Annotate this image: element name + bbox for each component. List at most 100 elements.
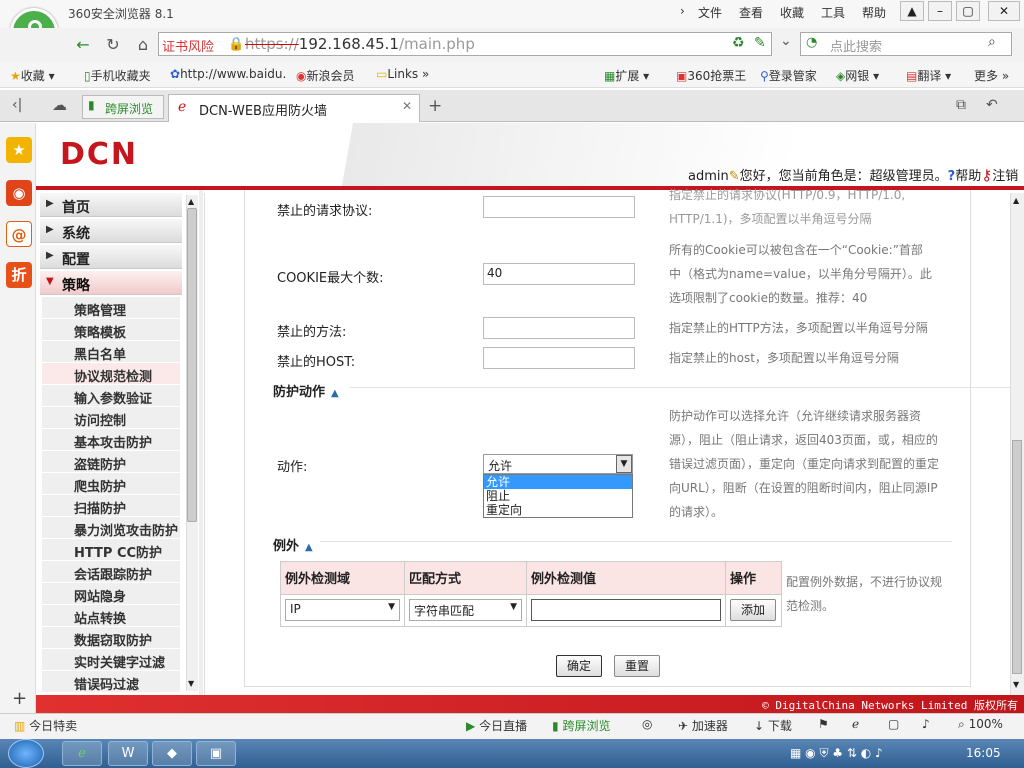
- lock-warning-icon[interactable]: 🔒: [228, 37, 244, 52]
- nav-sub-input-validation[interactable]: 输入参数验证: [42, 385, 180, 407]
- tab-close-icon[interactable]: ✕: [402, 99, 412, 113]
- refresh-icon[interactable]: ↻: [100, 34, 126, 56]
- close-window-button[interactable]: ✕: [988, 1, 1020, 21]
- menu-file[interactable]: 文件: [698, 4, 722, 21]
- action-option-redirect[interactable]: 重定向: [484, 503, 632, 517]
- bookmark-links[interactable]: ▭Links »: [376, 67, 429, 81]
- page-scroll-down-icon[interactable]: ▼: [1013, 680, 1019, 689]
- menu-view[interactable]: 查看: [739, 4, 763, 21]
- sidebar-add-icon[interactable]: +: [12, 688, 27, 709]
- taskbar-folder-icon[interactable]: ▣: [196, 741, 236, 766]
- undo-close-icon[interactable]: ↶: [986, 97, 998, 113]
- sidebar-mail-icon[interactable]: @: [6, 221, 32, 247]
- tray-icons[interactable]: ▦ ◉ ⛨ ♣ ⇅ ◐ ♪: [790, 746, 883, 761]
- status-accelerator[interactable]: ✈ 加速器: [678, 717, 728, 734]
- logout-link[interactable]: 注销: [992, 169, 1018, 184]
- status-window-icon[interactable]: ▢: [888, 717, 899, 731]
- nav-scroll-down-icon[interactable]: ▼: [188, 679, 194, 688]
- status-download[interactable]: ↓ 下载: [754, 717, 792, 734]
- nav-sub-bruteforce[interactable]: 暴力浏览攻击防护: [42, 517, 180, 539]
- section-exception[interactable]: 例外 ▲: [273, 535, 313, 554]
- bookmark-ticket[interactable]: ▣360抢票王: [676, 67, 746, 84]
- nav-sub-access-control[interactable]: 访问控制: [42, 407, 180, 429]
- bookmark-sina[interactable]: ◉新浪会员: [296, 67, 355, 84]
- status-live[interactable]: ▶ 今日直播: [466, 717, 527, 734]
- pin-icon[interactable]: ▲: [900, 1, 924, 21]
- back-icon[interactable]: ←: [70, 34, 96, 56]
- section-action[interactable]: 防护动作 ▲: [273, 381, 339, 400]
- address-dropdown-icon[interactable]: ⌄: [780, 33, 792, 49]
- tab-back-icon[interactable]: ‹|: [12, 97, 22, 113]
- bookmark-bank[interactable]: ◈网银 ▾: [836, 67, 879, 84]
- status-bookmark-icon[interactable]: ⚑: [818, 717, 829, 731]
- action-option-allow[interactable]: 允许: [484, 475, 632, 489]
- new-tab-icon[interactable]: +: [428, 96, 442, 116]
- taskbar-app-icon[interactable]: ◆: [152, 741, 192, 766]
- bookmark-baidu[interactable]: ✿http://www.baidu.: [170, 67, 286, 81]
- nav-policy[interactable]: ▼ 策略: [40, 271, 182, 295]
- taskbar-word-icon[interactable]: W: [108, 741, 148, 766]
- nav-sub-site-convert[interactable]: 站点转换: [42, 605, 180, 627]
- nav-sub-basic-attack[interactable]: 基本攻击防护: [42, 429, 180, 451]
- status-ie-icon[interactable]: ℯ: [852, 717, 859, 731]
- cert-warning[interactable]: 证书风险: [162, 36, 214, 55]
- reset-button[interactable]: 重置: [614, 655, 660, 677]
- status-sale[interactable]: ▥ 今日特卖: [14, 717, 77, 734]
- domain-select[interactable]: IP ▼: [285, 599, 400, 622]
- nav-sub-hotlink[interactable]: 盗链防护: [42, 451, 180, 473]
- tab-list-icon[interactable]: ⧉: [956, 97, 966, 113]
- help-link[interactable]: 帮助: [955, 169, 981, 184]
- nav-sub-http-cc[interactable]: HTTP CC防护: [42, 539, 180, 561]
- status-zoom[interactable]: ⌕ 100%: [958, 717, 1003, 732]
- page-scroll-thumb[interactable]: [1012, 440, 1022, 674]
- nav-sub-scan[interactable]: 扫描防护: [42, 495, 180, 517]
- nav-home[interactable]: ▶ 首页: [40, 193, 182, 217]
- nav-sub-crawler[interactable]: 爬虫防护: [42, 473, 180, 495]
- menu-tools[interactable]: 工具: [821, 4, 845, 21]
- status-split[interactable]: ▮ 跨屏浏览: [552, 717, 610, 734]
- confirm-button[interactable]: 确定: [556, 655, 602, 677]
- menu-favorites[interactable]: 收藏: [780, 4, 804, 21]
- action-option-block[interactable]: 阻止: [484, 489, 632, 503]
- select-dropdown-icon[interactable]: ▼: [616, 455, 632, 473]
- nav-scroll-thumb[interactable]: [187, 208, 197, 522]
- nav-sub-protocol-check[interactable]: 协议规范检测: [42, 363, 180, 385]
- speed-mode-icon[interactable]: ✎: [754, 35, 766, 51]
- exception-value-input[interactable]: [531, 599, 721, 622]
- url-text[interactable]: https://192.168.45.1/main.php: [245, 35, 475, 53]
- nav-sub-blackwhite[interactable]: 黑白名单: [42, 341, 180, 363]
- maximize-button[interactable]: ▢: [956, 1, 980, 21]
- menu-chevron-icon[interactable]: ›: [680, 4, 685, 18]
- sidebar-favorites-icon[interactable]: ★: [6, 137, 32, 163]
- collapse-caret-icon[interactable]: ▲: [331, 388, 339, 399]
- bookmark-favorites[interactable]: ★收藏 ▾: [10, 67, 55, 84]
- edit-profile-icon[interactable]: ✎: [729, 169, 740, 184]
- menu-help[interactable]: 帮助: [862, 4, 886, 21]
- cookie-max-input[interactable]: 40: [483, 263, 635, 285]
- add-button[interactable]: 添加: [730, 599, 776, 622]
- page-scroll-up-icon[interactable]: ▲: [1013, 196, 1019, 205]
- nav-sub-data-theft[interactable]: 数据窃取防护: [42, 627, 180, 649]
- action-select[interactable]: 允许: [483, 454, 633, 474]
- status-network-icon[interactable]: ◎: [642, 717, 652, 731]
- nav-system[interactable]: ▶ 系统: [40, 219, 182, 243]
- collapse-caret-icon[interactable]: ▲: [305, 542, 313, 553]
- status-sound-icon[interactable]: ♪: [922, 717, 930, 731]
- nav-scroll-up-icon[interactable]: ▲: [188, 197, 194, 206]
- nav-config[interactable]: ▶ 配置: [40, 245, 182, 269]
- bookmark-more[interactable]: 更多 »: [974, 67, 1009, 84]
- nav-sub-keyword-filter[interactable]: 实时关键字过滤: [42, 649, 180, 671]
- bookmark-extensions[interactable]: ▦扩展 ▾: [604, 67, 649, 84]
- match-select[interactable]: 字符串匹配 ▼: [409, 599, 522, 622]
- bookmark-translate[interactable]: ▤翻译 ▾: [906, 67, 951, 84]
- nav-sub-session[interactable]: 会话跟踪防护: [42, 561, 180, 583]
- minimize-button[interactable]: –: [928, 1, 952, 21]
- bookmark-mobile[interactable]: ▯手机收藏夹: [84, 67, 151, 84]
- sidebar-weibo-icon[interactable]: ◉: [6, 180, 32, 206]
- start-button[interactable]: [8, 739, 44, 768]
- method-input[interactable]: [483, 317, 635, 339]
- nav-splitter[interactable]: [199, 190, 203, 695]
- sidebar-discount-icon[interactable]: 折: [6, 262, 32, 288]
- cloud-icon[interactable]: ☁: [52, 96, 67, 114]
- bookmark-login[interactable]: ⚲登录管家: [760, 67, 817, 84]
